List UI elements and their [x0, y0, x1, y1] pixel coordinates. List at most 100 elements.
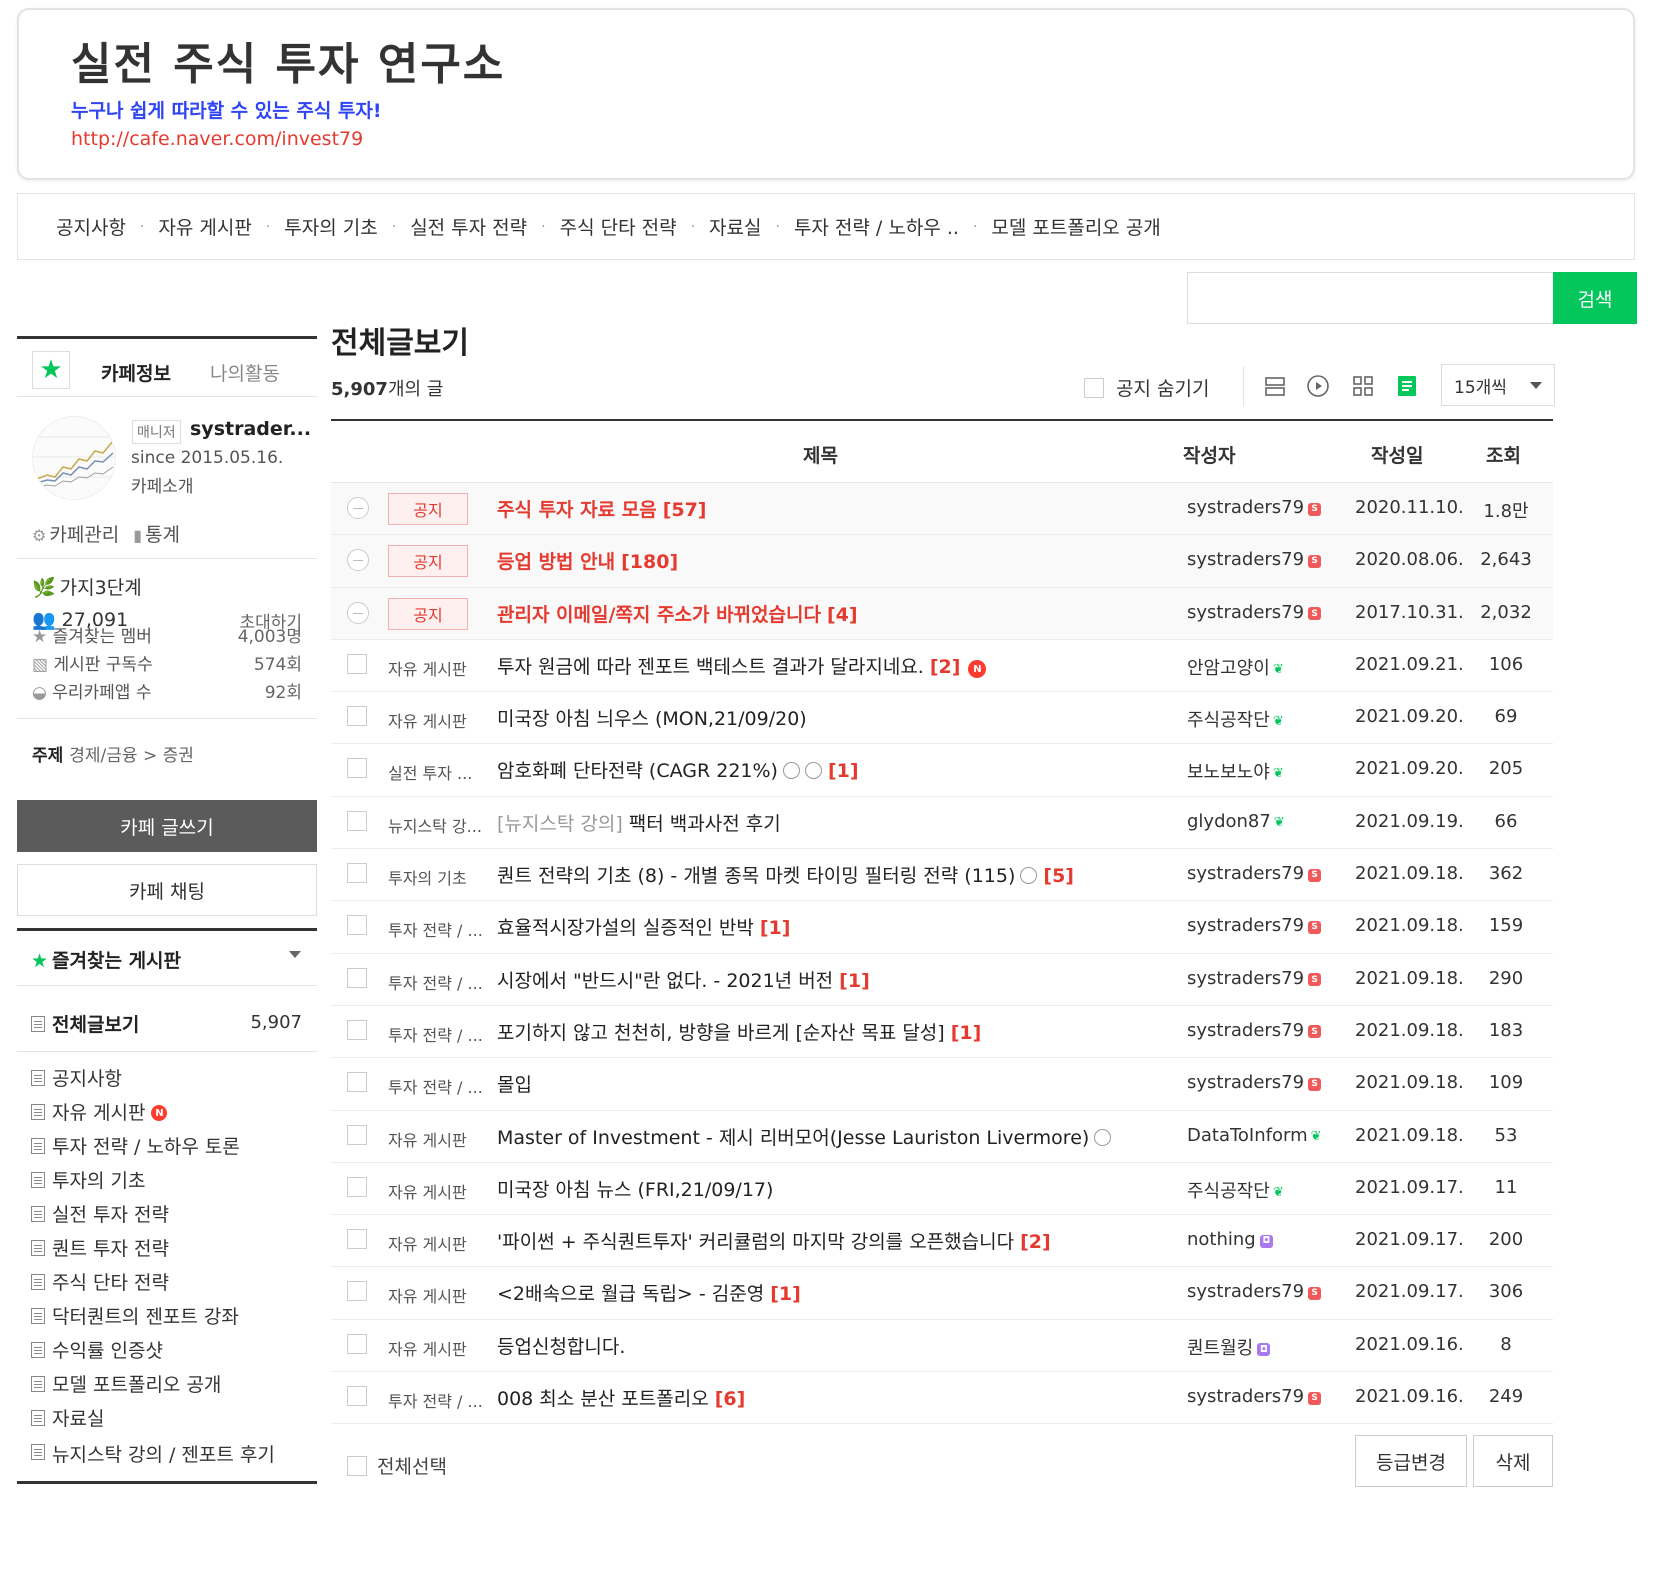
sidebar-board-item[interactable]: 뉴지스탁 강의 / 젠포트 후기: [31, 1438, 317, 1506]
comment-count[interactable]: [2]: [1020, 1231, 1051, 1253]
post-title[interactable]: 관리자 이메일/쪽지 주소가 바뀌었습니다 [4]: [497, 600, 858, 627]
post-author[interactable]: systraders79 S: [1187, 497, 1322, 518]
star-icon[interactable]: ★: [32, 351, 70, 389]
row-category[interactable]: 자유 게시판: [388, 708, 467, 732]
row-category[interactable]: 실전 투자 ...: [388, 760, 472, 784]
post-title[interactable]: Master of Investment - 제시 리버모어(Jesse Lau…: [497, 1123, 1112, 1150]
select-all[interactable]: 전체선택: [347, 1452, 447, 1479]
post-author[interactable]: systraders79 S: [1187, 1281, 1322, 1302]
table-row[interactable]: 자유 게시판 미국장 아침 늬우스 (MON,21/09/20) 주식공작단 ❦ 202…: [331, 692, 1553, 745]
post-title[interactable]: 주식 투자 자료 모음 [57]: [497, 495, 707, 522]
row-category[interactable]: 자유 게시판: [388, 1179, 467, 1203]
row-checkbox[interactable]: [347, 915, 367, 936]
post-title[interactable]: 퀀트 전략의 기초 (8) - 개별 종목 마켓 타이밍 필터링 전략 (115…: [497, 861, 1074, 888]
row-checkbox[interactable]: [347, 810, 367, 831]
comment-count[interactable]: [1]: [839, 970, 870, 992]
row-checkbox[interactable]: [347, 967, 367, 988]
post-title[interactable]: 암호화폐 단타전략 (CAGR 221%) [1]: [497, 756, 859, 783]
table-row[interactable]: 자유 게시판 '파이썬 + 주식퀀트투자' 커리큘럼의 마지막 강의를 오픈했습니…: [331, 1215, 1553, 1268]
post-author[interactable]: systraders79 S: [1187, 602, 1322, 623]
row-checkbox[interactable]: [347, 1229, 367, 1250]
table-row[interactable]: 투자 전략 / ... 포기하지 않고 천천히, 방향을 바르게 [순자산 목표 …: [331, 1006, 1553, 1059]
chevron-down-icon[interactable]: [289, 951, 301, 958]
comment-count[interactable]: [4]: [827, 604, 858, 626]
search-button[interactable]: 검색: [1553, 272, 1637, 324]
post-title[interactable]: [뉴지스탁 강의] 팩터 백과사전 후기: [497, 809, 781, 836]
top-menu-item[interactable]: 모델 포트폴리오 공개: [991, 213, 1160, 240]
select-all-checkbox[interactable]: [347, 1455, 367, 1476]
cafe-level[interactable]: 🌿 가지3단계: [32, 573, 142, 600]
row-category[interactable]: 자유 게시판: [388, 1283, 467, 1307]
post-author[interactable]: 안암고양이 ❦: [1187, 654, 1284, 680]
comment-count[interactable]: [180]: [621, 551, 678, 573]
post-author[interactable]: systraders79 S: [1187, 1386, 1322, 1407]
comment-count[interactable]: [1]: [951, 1022, 982, 1044]
collapse-icon[interactable]: [347, 497, 369, 519]
post-author[interactable]: glydon87 ❦: [1187, 811, 1285, 832]
per-page-select[interactable]: 15개씩: [1441, 364, 1555, 406]
sidebar-board-item[interactable]: 투자의 기초: [31, 1166, 317, 1200]
change-grade-button[interactable]: 등급변경: [1355, 1435, 1467, 1487]
comment-count[interactable]: [1]: [828, 760, 859, 782]
grid-view-icon[interactable]: [1351, 374, 1375, 398]
row-category[interactable]: 투자 전략 / ...: [388, 1022, 483, 1046]
table-row[interactable]: 자유 게시판 Master of Investment - 제시 리버모어(Jes…: [331, 1111, 1553, 1163]
comment-count[interactable]: [1]: [760, 917, 791, 939]
table-row[interactable]: 공지 등업 방법 안내 [180] systraders79 S 2020.08.06. 2…: [331, 535, 1553, 588]
table-row[interactable]: 투자 전략 / ... 몰입 systraders79 S 2021.09.18. 109: [331, 1058, 1553, 1111]
post-title[interactable]: '파이썬 + 주식퀀트투자' 커리큘럼의 마지막 강의를 오픈했습니다 [2]: [497, 1227, 1051, 1254]
play-view-icon[interactable]: [1306, 374, 1330, 398]
sidebar-board-item[interactable]: 공지사항: [31, 1064, 317, 1098]
table-row[interactable]: 자유 게시판 투자 원금에 따라 젠포트 백테스트 결과가 달라지네요. [2] N 안…: [331, 640, 1553, 693]
post-author[interactable]: systraders79 S: [1187, 863, 1322, 884]
post-author[interactable]: 퀀트월킹 ◘: [1187, 1334, 1271, 1360]
post-title[interactable]: 효율적시장가설의 실증적인 반박 [1]: [497, 913, 790, 940]
sidebar-board-item[interactable]: 닥터퀀트의 젠포트 강좌: [31, 1302, 317, 1336]
comment-count[interactable]: [57]: [663, 499, 707, 521]
post-author[interactable]: systraders79 S: [1187, 1072, 1322, 1093]
hide-notice-toggle[interactable]: 공지 숨기기: [1084, 374, 1209, 401]
cafe-intro-link[interactable]: 카페소개: [131, 472, 194, 497]
sidebar-board-item[interactable]: 모델 포트폴리오 공개: [31, 1370, 317, 1404]
cafe-banner[interactable]: 실전 주식 투자 연구소 누구나 쉽게 따라할 수 있는 주식 투자! http…: [17, 8, 1635, 180]
comment-count[interactable]: [1]: [770, 1283, 801, 1305]
table-row[interactable]: 투자 전략 / ... 008 최소 분산 포트폴리오 [6] systraders7…: [331, 1372, 1553, 1425]
row-checkbox[interactable]: [347, 863, 367, 884]
table-row[interactable]: 투자 전략 / ... 효율적시장가설의 실증적인 반박 [1] systraders…: [331, 901, 1553, 954]
comment-count[interactable]: [5]: [1043, 865, 1074, 887]
row-category[interactable]: 자유 게시판: [388, 1336, 467, 1360]
table-row[interactable]: 투자 전략 / ... 시장에서 "반드시"란 없다. - 2021년 버전 [1]…: [331, 954, 1553, 1006]
table-row[interactable]: 실전 투자 ... 암호화폐 단타전략 (CAGR 221%) [1] 보노보노야 ❦ 2…: [331, 744, 1553, 797]
sidebar-board-item[interactable]: 자유 게시판 N: [31, 1098, 317, 1132]
table-row[interactable]: 투자의 기초 퀀트 전략의 기초 (8) - 개별 종목 마켓 타이밍 필터링 전…: [331, 849, 1553, 902]
comment-count[interactable]: [2]: [930, 656, 961, 678]
cafe-chat-button[interactable]: 카페 채팅: [17, 864, 317, 916]
list-view-icon[interactable]: [1263, 374, 1287, 398]
post-author[interactable]: 보노보노야 ❦: [1187, 758, 1284, 784]
table-row[interactable]: 공지 관리자 이메일/쪽지 주소가 바뀌었습니다 [4] systraders79 S 2…: [331, 587, 1553, 640]
post-author[interactable]: systraders79 S: [1187, 1020, 1322, 1041]
table-row[interactable]: 뉴지스탁 강... [뉴지스탁 강의] 팩터 백과사전 후기 glydon87 ❦ 20…: [331, 797, 1553, 850]
table-row[interactable]: 자유 게시판 등업신청합니다. 퀀트월킹 ◘ 2021.09.16. 8: [331, 1320, 1553, 1373]
post-title[interactable]: 미국장 아침 늬우스 (MON,21/09/20): [497, 704, 807, 731]
post-title[interactable]: 등업신청합니다.: [497, 1332, 625, 1359]
sidebar-board-item[interactable]: 퀀트 투자 전략: [31, 1234, 317, 1268]
row-checkbox[interactable]: [347, 706, 367, 727]
search-input[interactable]: [1187, 272, 1553, 324]
top-menu-item[interactable]: 주식 단타 전략: [560, 213, 677, 240]
hide-notice-checkbox[interactable]: [1084, 377, 1104, 398]
sidebar-board-item[interactable]: 자료실: [31, 1404, 317, 1438]
top-menu-item[interactable]: 투자 전략 / 노하우 ..: [794, 213, 959, 240]
top-menu-item[interactable]: 자료실: [709, 213, 761, 240]
collapse-icon[interactable]: [347, 601, 369, 624]
row-category[interactable]: 투자 전략 / ...: [388, 917, 483, 941]
sidebar-board-item[interactable]: 수익률 인증샷: [31, 1336, 317, 1370]
top-menu-item[interactable]: 자유 게시판: [158, 213, 251, 240]
row-checkbox[interactable]: [347, 1019, 367, 1040]
row-checkbox[interactable]: [347, 1176, 367, 1197]
row-checkbox[interactable]: [347, 1124, 367, 1145]
stats-link[interactable]: ▮ 통계: [133, 520, 180, 547]
comment-count[interactable]: [6]: [715, 1388, 746, 1410]
cafe-url[interactable]: http://cafe.naver.com/invest79: [71, 128, 363, 150]
post-author[interactable]: nothing ◘: [1187, 1229, 1273, 1250]
